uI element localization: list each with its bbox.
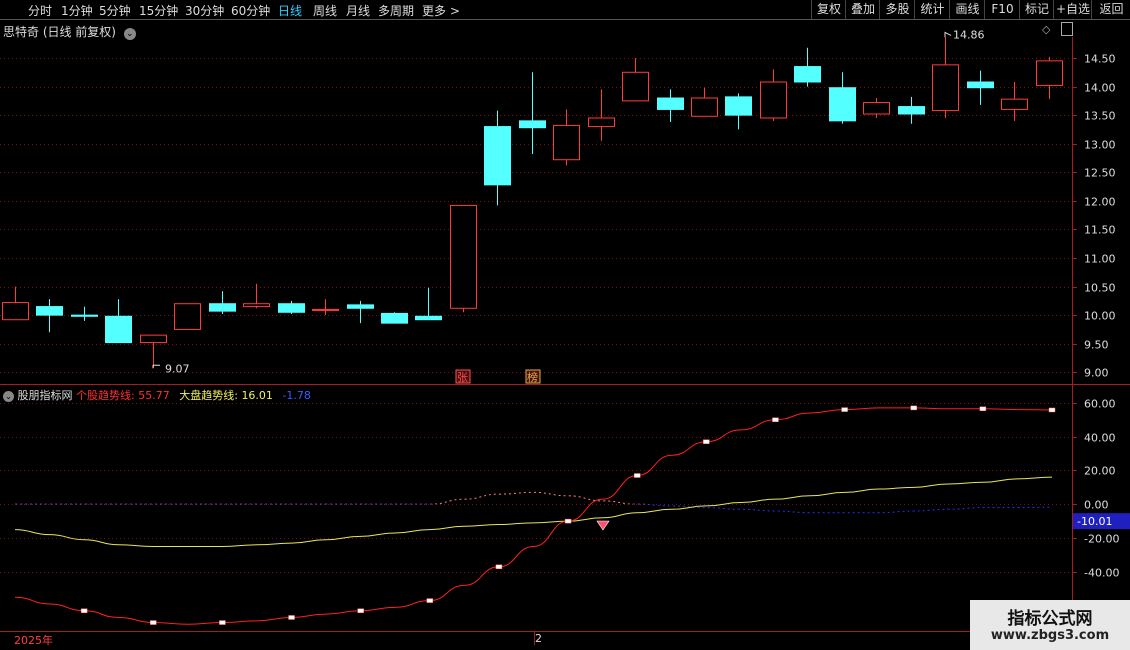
price-axis-label: 13.50 <box>1084 110 1116 123</box>
candle-body <box>794 66 821 83</box>
price-axis-label: 9.50 <box>1084 339 1109 352</box>
candle-body <box>622 71 649 102</box>
candle-body <box>209 303 236 312</box>
indicator-axis-label: 0.00 <box>1084 499 1109 512</box>
candle-body <box>967 81 994 89</box>
candle-body <box>174 303 201 330</box>
candle-body <box>1036 60 1063 86</box>
candle-body <box>829 87 856 122</box>
candle-body <box>381 312 408 324</box>
current-value-text: -10.01 <box>1077 515 1112 528</box>
trend-point-marker <box>495 564 503 570</box>
bang-marker: 榜 <box>527 370 538 384</box>
candle-body <box>691 97 718 117</box>
price-axis-label: 9.00 <box>1084 367 1109 380</box>
candle-body <box>1001 98 1028 110</box>
aux-line-negative <box>15 504 1053 514</box>
indicator-axis-label: 20.00 <box>1084 465 1116 478</box>
stock-trend-line <box>14 407 1053 625</box>
candle-body <box>760 81 787 119</box>
trend-point-marker <box>910 405 917 411</box>
trend-point-marker <box>288 615 295 620</box>
candle-body <box>484 126 511 186</box>
price-axis-label: 11.50 <box>1084 224 1116 237</box>
price-axis-label: 13.00 <box>1084 139 1116 152</box>
candle-body <box>415 315 442 321</box>
candle-body <box>347 304 374 309</box>
candle-body <box>725 96 752 116</box>
high-annotation: 14.86 <box>953 28 985 41</box>
trend-point-marker <box>979 406 987 411</box>
trend-point-marker <box>633 473 641 478</box>
candle-body <box>898 106 925 115</box>
trend-point-marker <box>703 439 710 444</box>
candle-body <box>450 204 477 309</box>
trend-point-marker <box>357 608 364 613</box>
candle-body <box>2 302 29 321</box>
price-axis-label: 10.00 <box>1084 310 1116 323</box>
candle-body <box>36 306 63 316</box>
indicator-axis-label: 40.00 <box>1084 432 1116 445</box>
trend-point-marker <box>772 417 779 422</box>
low-marker-icon <box>152 364 160 369</box>
price-axis-label: 11.00 <box>1084 253 1116 266</box>
zhang-marker: 张 <box>457 371 468 384</box>
year-label: 2025年 <box>14 634 53 647</box>
candle-body <box>105 315 132 344</box>
candle-body <box>312 308 339 311</box>
price-axis-label: 12.00 <box>1084 196 1116 209</box>
price-axis-label: 12.50 <box>1084 167 1116 180</box>
candle-body <box>863 102 890 115</box>
candle-body <box>278 303 305 313</box>
price-axis-label: 14.50 <box>1084 53 1116 66</box>
month-label: 2 <box>535 632 542 645</box>
candle-body <box>657 97 684 110</box>
candle-body <box>243 303 270 308</box>
indicator-axis-label: -40.00 <box>1084 567 1119 580</box>
candle-body <box>932 64 959 112</box>
candle-body <box>519 120 546 129</box>
market-trend-line <box>14 476 1053 547</box>
watermark-title: 指标公式网 <box>1007 609 1093 629</box>
watermark-url: www.zbgs3.com <box>990 628 1110 643</box>
chart-canvas: 14.50 14.00 13.50 13.00 12.50 12.00 11.50 11.00… <box>0 19 1130 650</box>
diamond-signal-icon <box>596 520 610 531</box>
trend-point-marker <box>219 620 226 625</box>
price-axis-label: 10.50 <box>1084 282 1116 295</box>
trend-point-marker <box>1048 407 1056 413</box>
aux-line-positive <box>15 491 651 505</box>
trend-point-marker <box>150 620 157 625</box>
low-annotation: 9.07 <box>165 362 190 375</box>
watermark-logo: 指标公式网 www.zbgs3.com <box>970 600 1130 650</box>
candle-body <box>140 334 167 344</box>
trend-point-marker <box>564 518 572 524</box>
trend-point-marker <box>841 407 848 412</box>
trend-point-marker <box>426 598 434 603</box>
candle-body <box>553 124 580 161</box>
trend-point-marker <box>80 608 88 613</box>
candle-body <box>588 117 615 128</box>
indicator-axis-label: 60.00 <box>1084 398 1116 411</box>
high-marker-icon <box>944 31 952 38</box>
indicator-axis-label: -20.00 <box>1084 533 1119 546</box>
price-axis-label: 14.00 <box>1084 82 1116 95</box>
candle-body <box>71 314 98 317</box>
